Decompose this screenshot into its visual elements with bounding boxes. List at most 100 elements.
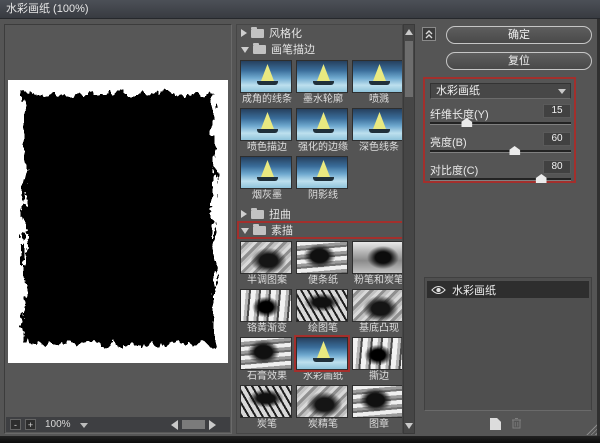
filter-name-label: 图章 <box>352 418 403 431</box>
filter-thumbnail-image[interactable] <box>296 156 348 189</box>
filter-thumbnail-cell[interactable]: 半调图案 <box>240 241 294 287</box>
scroll-down-icon[interactable] <box>405 423 413 429</box>
filter-thumbnail-image[interactable] <box>240 241 292 274</box>
chevron-collapsed-icon[interactable] <box>241 210 247 218</box>
chevron-expanded-icon[interactable] <box>241 47 249 53</box>
sailboat-icon <box>373 64 386 81</box>
filter-thumbnail-cell[interactable]: 便条纸 <box>296 241 350 287</box>
filter-thumbnail-cell[interactable]: 石膏效果 <box>240 337 294 383</box>
filter-thumbnail-image[interactable] <box>296 337 348 370</box>
filter-name-label: 强化的边缘 <box>296 141 350 154</box>
category-header-0[interactable]: 风格化 <box>237 25 402 41</box>
filter-name-label: 喷溅 <box>352 93 403 106</box>
slider-track[interactable] <box>430 150 571 153</box>
slider-thumb[interactable] <box>509 146 520 155</box>
zoom-level-value[interactable]: 100% <box>45 419 71 430</box>
filter-name-label: 阴影线 <box>296 189 350 202</box>
filter-thumbnail-image[interactable] <box>296 241 348 274</box>
filter-thumbnail-image[interactable] <box>240 108 292 141</box>
filter-thumbnail-cell[interactable]: 网状 <box>240 433 294 434</box>
filter-thumbnail-cell[interactable]: 基底凸现 <box>352 289 403 335</box>
filter-thumbnail-image[interactable] <box>296 108 348 141</box>
filter-thumbnail-image[interactable] <box>296 385 348 418</box>
chevron-expanded-icon[interactable] <box>241 228 249 234</box>
folder-icon <box>253 226 266 235</box>
chevron-down-icon <box>558 89 566 94</box>
filter-thumbnail-cell[interactable]: 喷色描边 <box>240 108 294 154</box>
filter-thumbnail-image[interactable] <box>240 156 292 189</box>
filter-thumbnail-image[interactable] <box>240 433 292 434</box>
boat-hull-icon <box>313 177 334 181</box>
slider-value-field[interactable]: 15 <box>543 104 571 118</box>
filter-thumbnail-grid: 半调图案便条纸粉笔和炭笔铬黄渐变绘图笔基底凸现石膏效果水彩画纸撕边炭笔炭精笔图章… <box>237 238 402 434</box>
preview-status-bar: - + 100% <box>6 417 230 432</box>
slider-thumb[interactable] <box>536 174 547 183</box>
filter-thumbnail-cell[interactable]: 炭笔 <box>240 385 294 431</box>
new-effect-layer-icon[interactable] <box>490 418 501 430</box>
filter-select-dropdown[interactable]: 水彩画纸 <box>430 83 571 99</box>
slider-value-field[interactable]: 60 <box>543 132 571 146</box>
ok-button[interactable]: 确定 <box>446 26 592 44</box>
trash-icon[interactable] <box>511 417 522 432</box>
preview-canvas[interactable] <box>8 80 228 363</box>
filter-thumbnail-image[interactable] <box>352 60 403 93</box>
filter-thumbnail-cell[interactable]: 铬黄渐变 <box>240 289 294 335</box>
category-label: 画笔描边 <box>271 41 315 57</box>
filter-thumbnail-cell[interactable]: 绘图笔 <box>296 289 350 335</box>
zoom-out-button[interactable]: - <box>10 419 21 430</box>
eye-icon[interactable] <box>431 285 446 295</box>
filter-thumbnail-cell[interactable]: 炭精笔 <box>296 385 350 431</box>
category-header-1[interactable]: 画笔描边 <box>237 41 402 57</box>
category-header-2[interactable]: 扭曲 <box>237 206 402 222</box>
sailboat-icon <box>317 112 330 129</box>
boat-hull-icon <box>369 129 390 133</box>
vertical-scrollbar-thumb[interactable] <box>405 41 413 97</box>
filter-name-label: 烟灰墨 <box>240 189 294 202</box>
filter-thumbnail-cell[interactable]: 墨水轮廓 <box>296 60 350 106</box>
filter-thumbnail-cell[interactable]: 成角的线条 <box>240 60 294 106</box>
slider-label: 亮度(B) <box>430 137 467 149</box>
filter-thumbnail-cell[interactable]: 撕边 <box>352 337 403 383</box>
slider-group-1: 亮度(B) 60 <box>430 133 571 155</box>
filter-thumbnail-image[interactable] <box>352 241 403 274</box>
titlebar[interactable]: 水彩画纸 (100%) <box>0 0 600 19</box>
horizontal-scrollbar-thumb[interactable] <box>182 420 205 429</box>
filter-thumbnail-image[interactable] <box>352 289 403 322</box>
filter-thumbnail-image[interactable] <box>240 385 292 418</box>
filter-thumbnail-cell[interactable]: 粉笔和炭笔 <box>352 241 403 287</box>
reset-button[interactable]: 复位 <box>446 52 592 70</box>
slider-track[interactable] <box>430 122 571 125</box>
filter-thumbnail-cell[interactable]: 图章 <box>352 385 403 431</box>
filter-thumbnail-image[interactable] <box>296 60 348 93</box>
filter-thumbnail-image[interactable] <box>352 385 403 418</box>
filter-thumbnail-image[interactable] <box>352 337 403 370</box>
filter-thumbnail-cell[interactable]: 水彩画纸 <box>296 337 350 383</box>
filter-thumbnail-image[interactable] <box>352 108 403 141</box>
filter-thumbnail-image[interactable] <box>240 337 292 370</box>
scroll-right-icon[interactable] <box>209 420 216 430</box>
filter-thumbnail-image[interactable] <box>296 433 348 434</box>
category-header-3[interactable]: 素描 <box>237 222 402 238</box>
scroll-left-icon[interactable] <box>171 420 178 430</box>
filter-list-scrollbar[interactable] <box>403 24 415 434</box>
chevron-collapsed-icon[interactable] <box>241 29 247 37</box>
filter-thumbnail-image[interactable] <box>240 289 292 322</box>
zoom-dropdown-chevron-icon[interactable] <box>80 423 88 428</box>
filter-thumbnail-cell[interactable]: 深色线条 <box>352 108 403 154</box>
boat-hull-icon <box>257 81 278 85</box>
zoom-in-button[interactable]: + <box>25 419 36 430</box>
filter-thumbnail-cell[interactable]: 强化的边缘 <box>296 108 350 154</box>
filter-name-label: 半调图案 <box>240 274 294 287</box>
filter-thumbnail-cell[interactable]: 阴影线 <box>296 156 350 202</box>
slider-value-field[interactable]: 80 <box>543 160 571 174</box>
effect-layer-row[interactable]: 水彩画纸 <box>427 281 589 298</box>
filter-thumbnail-cell[interactable]: 影印 <box>296 433 350 434</box>
filter-thumbnail-cell[interactable]: 烟灰墨 <box>240 156 294 202</box>
filter-thumbnail-image[interactable] <box>296 289 348 322</box>
filter-thumbnail-cell[interactable]: 喷溅 <box>352 60 403 106</box>
collapse-thumbnails-button[interactable] <box>422 27 436 41</box>
filter-name-label: 深色线条 <box>352 141 403 154</box>
slider-track[interactable] <box>430 178 571 181</box>
scroll-up-icon[interactable] <box>405 29 413 35</box>
filter-thumbnail-image[interactable] <box>240 60 292 93</box>
